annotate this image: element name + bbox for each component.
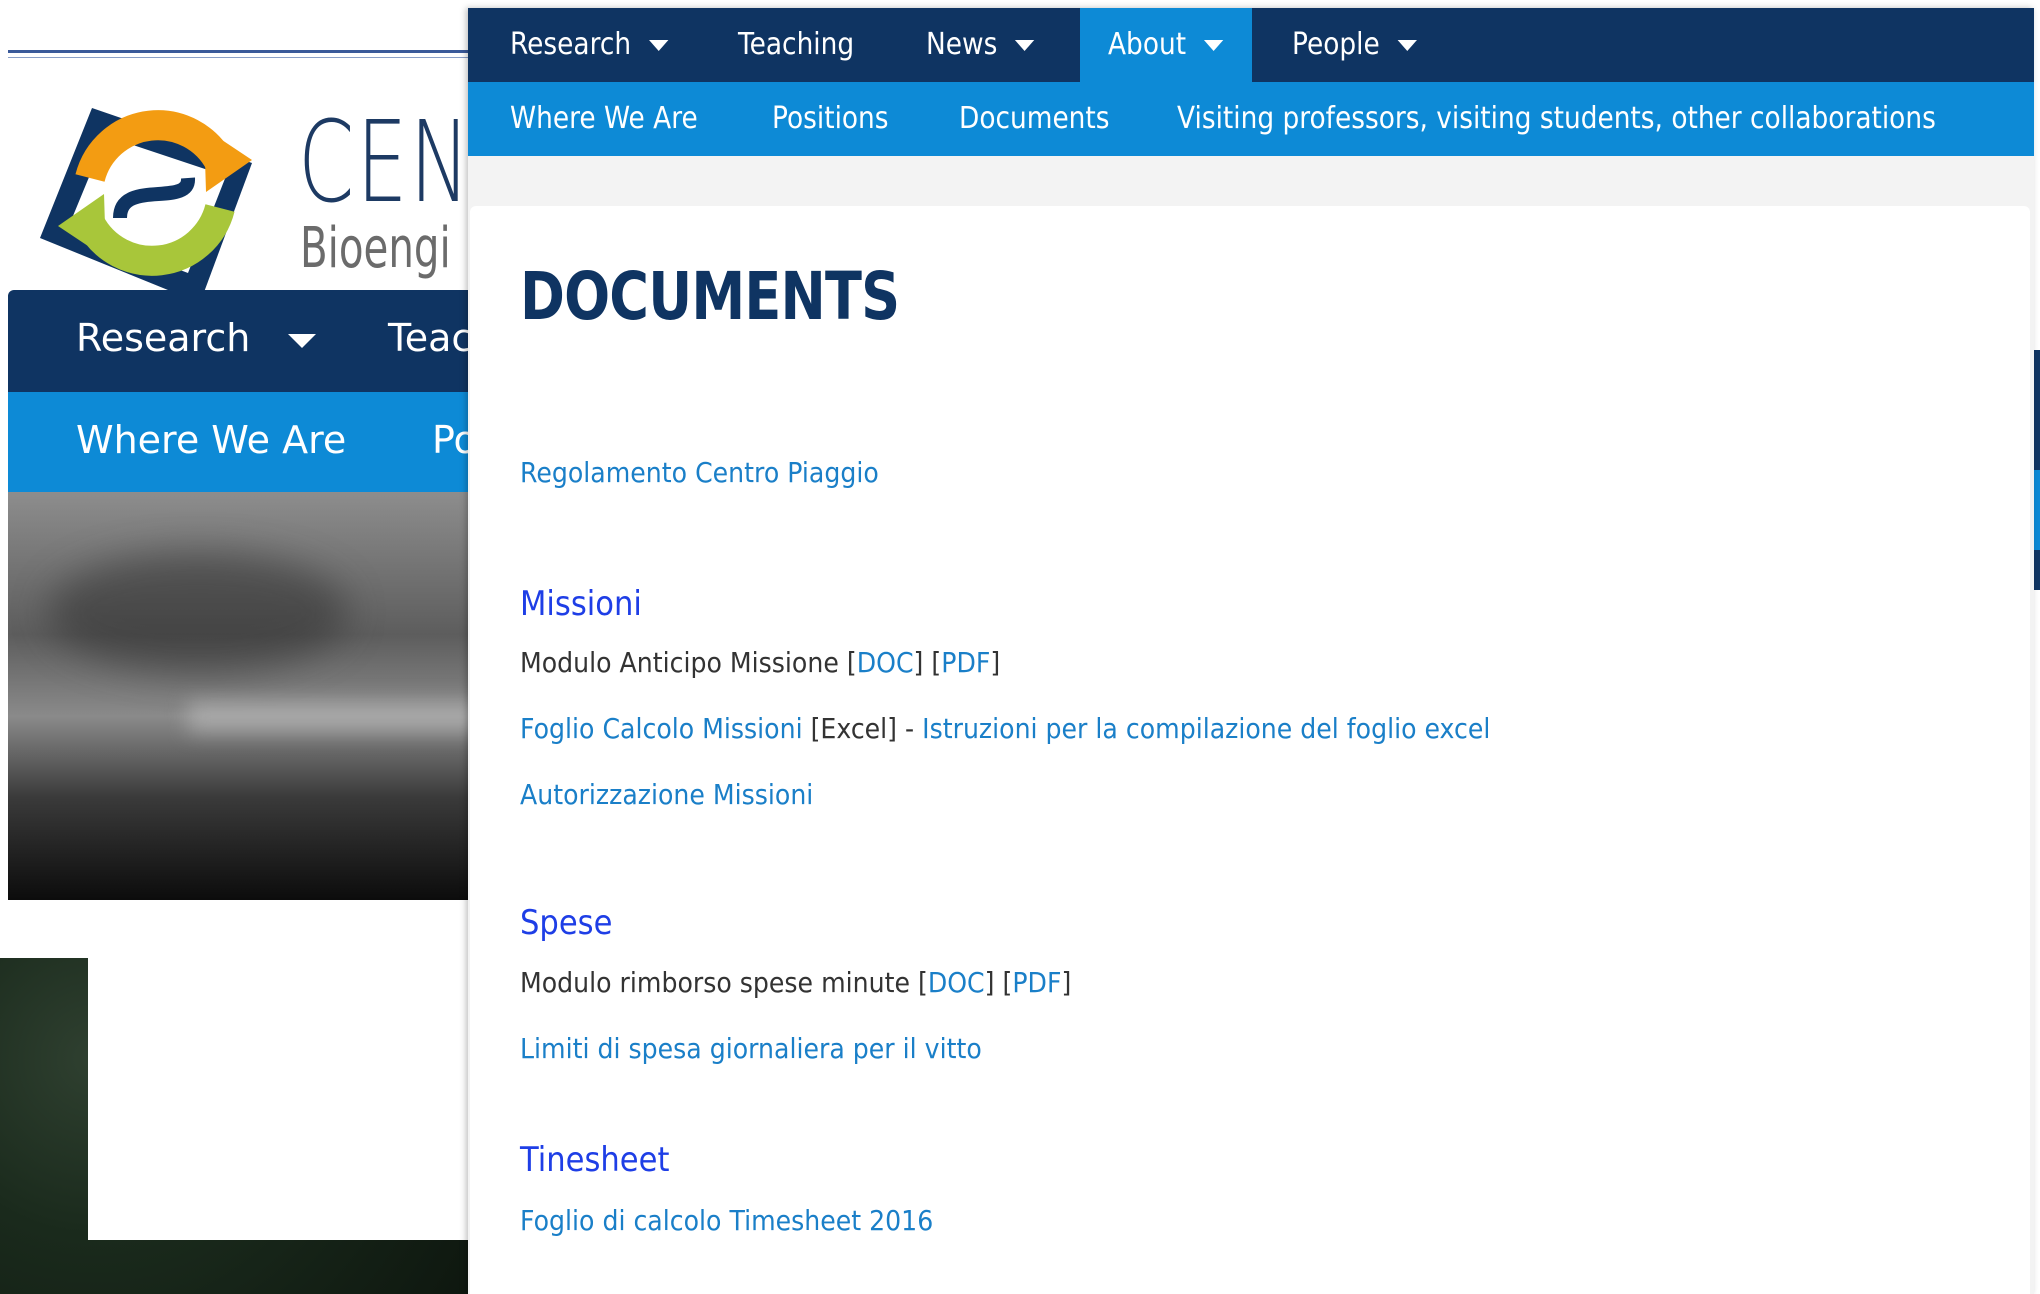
- spese-heading: Spese: [520, 903, 613, 943]
- anticipo-doc-link[interactable]: DOC: [857, 646, 914, 679]
- nav-about-label: About: [1108, 27, 1187, 62]
- bracket: [: [1002, 966, 1013, 999]
- background-content-card: [88, 958, 478, 1240]
- bracket: [: [917, 966, 928, 999]
- timesheet-row: Foglio di calcolo Timesheet 2016: [520, 1204, 933, 1237]
- nav-research[interactable]: Research: [510, 8, 669, 82]
- background-nav-research-label: Research: [76, 316, 251, 360]
- chevron-down-icon: [1014, 40, 1035, 51]
- subnav-visiting[interactable]: Visiting professors, visiting students, …: [1177, 82, 1936, 156]
- background-nav-where-we-are[interactable]: Where We Are: [76, 418, 346, 462]
- about-sub-nav: Where We Are Positions Documents Visitin…: [468, 82, 2034, 156]
- bracket: [: [846, 646, 857, 679]
- autorizzazione-link[interactable]: Autorizzazione Missioni: [520, 778, 813, 811]
- chevron-down-icon: [288, 333, 317, 348]
- chevron-down-icon: [648, 40, 669, 51]
- bracket: ]: [913, 646, 924, 679]
- regolamento-row: Regolamento Centro Piaggio: [520, 456, 879, 489]
- content-card: DOCUMENTS Regolamento Centro Piaggio Mis…: [470, 206, 2030, 1294]
- main-nav: Research Teaching News About People: [468, 8, 2034, 82]
- chevron-down-icon: [1397, 40, 1417, 51]
- autorizzazione-row: Autorizzazione Missioni: [520, 778, 813, 811]
- foglio-calcolo-row: Foglio Calcolo Missioni [Excel] - Istruz…: [520, 712, 1490, 745]
- missioni-heading: Missioni: [520, 584, 642, 624]
- subnav-documents[interactable]: Documents: [959, 82, 1110, 156]
- background-nav-research[interactable]: Research: [76, 316, 317, 360]
- rimborso-doc-link[interactable]: DOC: [928, 966, 985, 999]
- nav-about[interactable]: About: [1108, 8, 1224, 82]
- rimborso-spese-row: Modulo rimborso spese minute [DOC] [PDF]: [520, 966, 1071, 999]
- limiti-spesa-row: Limiti di spesa giornaliera per il vitto: [520, 1032, 982, 1065]
- excel-label: [Excel]: [810, 712, 898, 745]
- hero-blur-highlight: [188, 702, 488, 732]
- nav-research-label: Research: [510, 27, 632, 62]
- timesheet-2016-link[interactable]: Foglio di calcolo Timesheet 2016: [520, 1204, 933, 1237]
- background-nav-teaching[interactable]: Teac: [388, 316, 472, 360]
- page-title: DOCUMENTS: [520, 258, 900, 335]
- background-window-border: [8, 50, 478, 53]
- bracket: ]: [1061, 966, 1072, 999]
- centro-piaggio-logo-icon: [40, 108, 252, 303]
- background-hero-image: [8, 492, 488, 900]
- rimborso-spese-text: Modulo rimborso spese minute: [520, 966, 910, 999]
- nav-news-label: News: [926, 27, 998, 62]
- limiti-spesa-link[interactable]: Limiti di spesa giornaliera per il vitto: [520, 1032, 982, 1065]
- subnav-where-we-are[interactable]: Where We Are: [510, 82, 698, 156]
- hero-blur-shape: [48, 552, 348, 672]
- chevron-down-icon: [1203, 40, 1224, 51]
- separator-dash: -: [897, 712, 923, 745]
- subnav-positions[interactable]: Positions: [772, 82, 889, 156]
- nav-teaching[interactable]: Teaching: [738, 8, 854, 82]
- anticipo-pdf-link[interactable]: PDF: [941, 646, 990, 679]
- nav-news[interactable]: News: [926, 8, 1035, 82]
- regolamento-link[interactable]: Regolamento Centro Piaggio: [520, 456, 879, 489]
- background-logo-title: CEN: [298, 98, 473, 228]
- bracket: ]: [984, 966, 995, 999]
- nav-people[interactable]: People: [1292, 8, 1417, 82]
- anticipo-missione-text: Modulo Anticipo Missione: [520, 646, 839, 679]
- nav-teaching-label: Teaching: [738, 27, 855, 62]
- timesheet-heading: Tinesheet: [520, 1140, 670, 1180]
- foglio-calcolo-link[interactable]: Foglio Calcolo Missioni: [520, 712, 803, 745]
- background-logo-subtitle: Bioengi: [300, 216, 451, 281]
- background-secondary-nav: Where We Are Po: [8, 392, 478, 492]
- anticipo-missione-row: Modulo Anticipo Missione [DOC] [PDF]: [520, 646, 1000, 679]
- documents-page-window: Research Teaching News About People Wher…: [468, 8, 2034, 1294]
- background-primary-nav: Research Teac: [8, 290, 478, 392]
- rimborso-pdf-link[interactable]: PDF: [1012, 966, 1061, 999]
- bracket: [: [931, 646, 942, 679]
- istruzioni-link[interactable]: Istruzioni per la compilazione del fogli…: [922, 712, 1490, 745]
- nav-people-label: People: [1292, 27, 1380, 62]
- bracket: ]: [990, 646, 1001, 679]
